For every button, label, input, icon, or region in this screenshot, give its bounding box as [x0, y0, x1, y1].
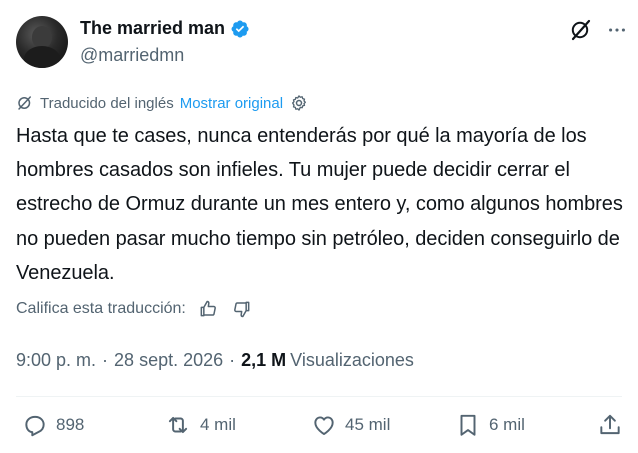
action-bar: 898 4 mil 45 mil 6 mil — [0, 412, 638, 442]
views-label: Visualizaciones — [290, 350, 414, 370]
verified-badge-icon[interactable] — [230, 19, 250, 39]
reply-count: 898 — [56, 415, 85, 434]
reply-icon — [25, 415, 45, 437]
avatar[interactable] — [16, 16, 68, 68]
like-button[interactable]: 45 mil — [311, 412, 390, 438]
bookmark-icon — [460, 414, 476, 436]
bookmark-count: 6 mil — [489, 415, 525, 434]
translated-label: Traducido del inglés — [40, 94, 174, 112]
thumbs-down-icon[interactable] — [232, 299, 252, 319]
bookmark-button[interactable]: 6 mil — [455, 412, 525, 438]
repost-button[interactable]: 4 mil — [164, 412, 236, 438]
tweet-date[interactable]: 28 sept. 2026 — [114, 350, 223, 371]
tweet-card: The married man @marriedmn Traducido del… — [0, 0, 638, 453]
tweet-text: Hasta que te cases, nunca entenderás por… — [16, 125, 623, 284]
divider — [16, 396, 622, 397]
heart-icon — [314, 416, 334, 435]
rate-translation-label: Califica esta traducción: — [16, 300, 186, 317]
author-display-name[interactable]: The married man — [80, 18, 225, 39]
meta-separator: · — [102, 350, 109, 370]
show-original-link[interactable]: Mostrar original — [180, 95, 283, 112]
share-button[interactable] — [597, 412, 631, 438]
more-options-icon[interactable] — [605, 18, 629, 42]
tweet-time[interactable]: 9:00 p. m. — [16, 350, 96, 371]
translate-icon — [18, 96, 31, 110]
repost-icon — [168, 416, 188, 434]
grok-icon[interactable] — [569, 18, 593, 42]
author-handle[interactable]: @marriedmn — [80, 45, 184, 66]
rate-translation-row: Califica esta traducción: — [16, 299, 252, 319]
views-count: 2,1 M — [241, 350, 287, 370]
tweet-meta: 9:00 p. m. · 28 sept. 2026 · 2,1 M Visua… — [16, 350, 414, 371]
thumbs-up-icon[interactable] — [198, 299, 218, 319]
share-icon — [600, 414, 620, 435]
like-count: 45 mil — [345, 415, 391, 434]
reply-button[interactable]: 898 — [22, 412, 84, 438]
gear-icon[interactable] — [289, 93, 315, 113]
author-name-row: The married man — [80, 18, 250, 39]
repost-count: 4 mil — [200, 415, 236, 434]
meta-separator: · — [229, 350, 236, 370]
translation-row: Traducido del inglés Mostrar original — [16, 93, 315, 113]
